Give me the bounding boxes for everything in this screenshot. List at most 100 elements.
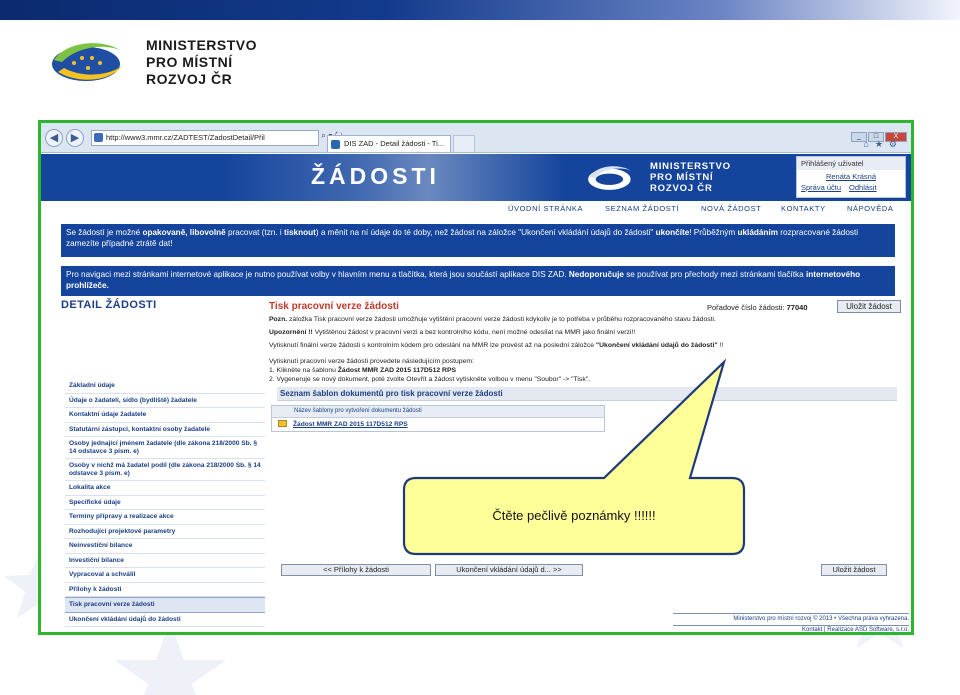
sidebar-item-noninvest[interactable]: Neinvestiční bilance — [65, 539, 265, 554]
notice-bold: ukládáním — [737, 228, 778, 237]
sidebar-item-print[interactable]: Tisk pracovní verze žádosti — [65, 597, 265, 613]
notice-bold: opakovaně, libovolně — [142, 228, 226, 237]
notice-text: pracovat (tzn. i — [225, 228, 284, 237]
user-name[interactable]: Renáta Krásná — [801, 171, 901, 182]
templates-table-header: Název šablony pro vytvoření dokumentu žá… — [272, 406, 604, 418]
browser-chrome: ◀ ▶ http://www3.mmr.cz/ZADTEST/ZadostDet… — [41, 123, 911, 153]
step-1-template: Žádost MMR ZAD 2015 117D512 RPS — [337, 367, 457, 374]
header-logo-icon — [588, 166, 631, 190]
menu-help[interactable]: NÁPOVĚDA — [847, 204, 893, 213]
slide-top-bar — [0, 0, 960, 20]
tab-title: DIS ZAD - Detail žádosti - Ti... — [344, 139, 445, 148]
app-header: ŽÁDOSTI MINISTERSTVO PRO MÍSTNÍ ROZVOJ Č… — [41, 154, 911, 201]
logo-line-3: ROZVOJ ČR — [146, 71, 233, 87]
sidebar-item-specific[interactable]: Specifické údaje — [65, 496, 265, 510]
notice-text: Se žádostí je možné — [66, 228, 143, 237]
page-title: DETAIL ŽÁDOSTI — [61, 299, 157, 311]
address-bar[interactable]: http://www3.mmr.cz/ZADTEST/ZadostDetail/… — [91, 130, 319, 146]
save-button-bottom[interactable]: Uložit žádost — [821, 564, 887, 576]
content-heading: Tisk pracovní verze žádosti — [269, 301, 399, 312]
sidebar-item-applicant[interactable]: Údaje o žadateli, sídlo (bydliště) žadat… — [65, 394, 265, 408]
sidebar-item-shareholdings[interactable]: Osoby v nichž má žadatel podíl (dle záko… — [65, 459, 265, 481]
header-logo-line-2: PRO MÍSTNÍ — [650, 172, 714, 183]
sidebar-item-contacts[interactable]: Kontaktní údaje žadatele — [65, 408, 265, 423]
menu-new-request[interactable]: NOVÁ ŽÁDOST — [701, 204, 761, 213]
header-logo: MINISTERSTVO PRO MÍSTNÍ ROZVOJ ČR — [578, 161, 738, 195]
final-print-tab: "Ukončení vkládání údajů do žádosti" — [595, 342, 718, 349]
notice-text: ) a měnit na ní údaje do té doby, než žá… — [315, 228, 656, 237]
callout-text: Čtěte pečlivě poznámky !!!!!! — [492, 508, 656, 523]
sidebar-item-attachments[interactable]: Přílohy k žádosti — [65, 583, 265, 597]
back-icon[interactable]: ◀ — [45, 129, 63, 147]
sidebar-item-basic[interactable]: Základní údaje — [65, 379, 265, 394]
menu-requests[interactable]: SEZNAM ŽÁDOSTÍ — [605, 204, 679, 213]
footer: Ministerstvo pro místní rozvoj © 2013 • … — [673, 613, 909, 632]
final-print-line: Vytisknutí finální verze žádosti s kontr… — [269, 341, 723, 350]
step-1-text: 1. Klikněte na šablonu — [269, 367, 338, 374]
sidebar-item-invest[interactable]: Investiční bilance — [65, 554, 265, 568]
tab-active[interactable]: DIS ZAD - Detail žádosti - Ti... — [327, 135, 451, 152]
footer-copyright: Ministerstvo pro místní rozvoj © 2013 • … — [733, 616, 909, 622]
menu-home[interactable]: ÚVODNÍ STRÁNKA — [508, 204, 583, 213]
templates-heading: Seznam šablon dokumentů pro tisk pracovn… — [277, 387, 897, 401]
procedure-line: Vytisknutí pracovní verze žádosti proved… — [269, 358, 474, 365]
menu-contacts[interactable]: KONTAKTY — [781, 204, 826, 213]
forward-icon[interactable]: ▶ — [66, 129, 84, 147]
sidebar-item-parameters[interactable]: Rozhodující projektové parametry — [65, 525, 265, 539]
notice-navigation: Pro navigaci mezi stránkami internetové … — [61, 266, 895, 296]
tab-favicon-icon — [331, 140, 340, 149]
notice-text: se používat pro přechody mezi stránkami … — [623, 270, 806, 279]
account-link[interactable]: Správa účtu — [801, 183, 841, 192]
step-2: 2. Vygeneruje se nový dokument, poté zvo… — [269, 376, 591, 383]
next-button[interactable]: Ukončení vkládání údajů d... >> — [435, 564, 583, 576]
step-1: 1. Klikněte na šablonu Žádost MMR ZAD 20… — [269, 366, 456, 375]
note-label: Pozn. — [269, 316, 290, 323]
note-text: záložka Tisk pracovní verze žádosti umož… — [289, 316, 716, 323]
notice-bold: ukončíte — [655, 228, 690, 237]
ie-icon — [94, 133, 103, 142]
new-tab-button[interactable] — [453, 135, 475, 152]
notice-text: ! Průběžným — [689, 228, 738, 237]
order-value: 77040 — [786, 303, 808, 312]
header-logo-line-3: ROZVOJ ČR — [650, 183, 713, 194]
template-link[interactable]: Žádost MMR ZAD 2015 117D512 RPS — [293, 421, 408, 428]
order-number: Pořadové číslo žádosti: 77040 — [707, 303, 808, 312]
sidebar-item-acting-persons[interactable]: Osoby jednající jménem žadatele (dle zák… — [65, 437, 265, 459]
table-row[interactable]: Žádost MMR ZAD 2015 117D512 RPS — [272, 418, 604, 431]
warning-text: Vytištěnou žádost v pracovní verzi a bez… — [314, 329, 636, 336]
sidebar-item-schedule[interactable]: Termíny přípravy a realizace akce — [65, 510, 265, 525]
ministry-logo: MINISTERSTVO PRO MÍSTNÍ ROZVOJ ČR — [48, 38, 288, 92]
header-logo-line-1: MINISTERSTVO — [650, 161, 731, 172]
sidebar-item-finish[interactable]: Ukončení vkládání údajů do žádosti — [65, 613, 265, 627]
final-print-text: Vytisknutí finální verze žádosti s kontr… — [269, 342, 596, 349]
logout-link[interactable]: Odhlásit — [849, 183, 877, 192]
app-title: ŽÁDOSTI — [311, 163, 440, 189]
user-label: Přihlášený uživatel — [797, 157, 905, 170]
final-print-end: !! — [717, 342, 724, 349]
notice-save: Se žádostí je možné opakovaně, libovolně… — [61, 224, 895, 257]
logo-line-2: PRO MÍSTNÍ — [146, 54, 233, 70]
window-buttons: _ □ X — [850, 125, 907, 142]
browser-toolbar-icons[interactable]: ⌂★⚙ — [863, 139, 903, 150]
footer-contact[interactable]: Kontakt | Realizace ASD Software, s.r.o. — [673, 625, 909, 632]
prev-button[interactable]: << Přílohy k žádosti — [281, 564, 431, 576]
templates-table: Název šablony pro vytvoření dokumentu žá… — [271, 405, 605, 432]
sidebar-item-location[interactable]: Lokalita akce — [65, 481, 265, 496]
user-box: Přihlášený uživatel Renáta Krásná Správa… — [796, 156, 906, 198]
logo-line-1: MINISTERSTVO — [146, 37, 258, 53]
screenshot-frame: ◀ ▶ http://www3.mmr.cz/ZADTEST/ZadostDet… — [38, 120, 914, 635]
warning-line: Upozornění !! Vytištěnou žádost v pracov… — [269, 328, 635, 337]
notice-bold: tisknout — [283, 228, 316, 237]
document-icon — [278, 420, 287, 427]
address-text: http://www3.mmr.cz/ZADTEST/ZadostDetail/… — [106, 133, 265, 142]
order-label: Pořadové číslo žádosti: — [707, 303, 787, 312]
ministry-logo-icon — [52, 43, 122, 81]
note-line: Pozn. záložka Tisk pracovní verze žádost… — [269, 315, 716, 324]
sidebar-item-representatives[interactable]: Statutární zástupci, kontaktní osoby žad… — [65, 423, 265, 437]
notice-bold: Nedoporučuje — [568, 270, 624, 279]
sidebar-item-approved[interactable]: Vypracoval a schválil — [65, 568, 265, 583]
notice-text: Pro navigaci mezi stránkami internetové … — [66, 270, 569, 279]
save-button-top[interactable]: Uložit žádost — [837, 300, 901, 313]
sidebar: Základní údaje Údaje o žadateli, sídlo (… — [65, 379, 265, 627]
warning-label: Upozornění !! — [269, 329, 315, 336]
